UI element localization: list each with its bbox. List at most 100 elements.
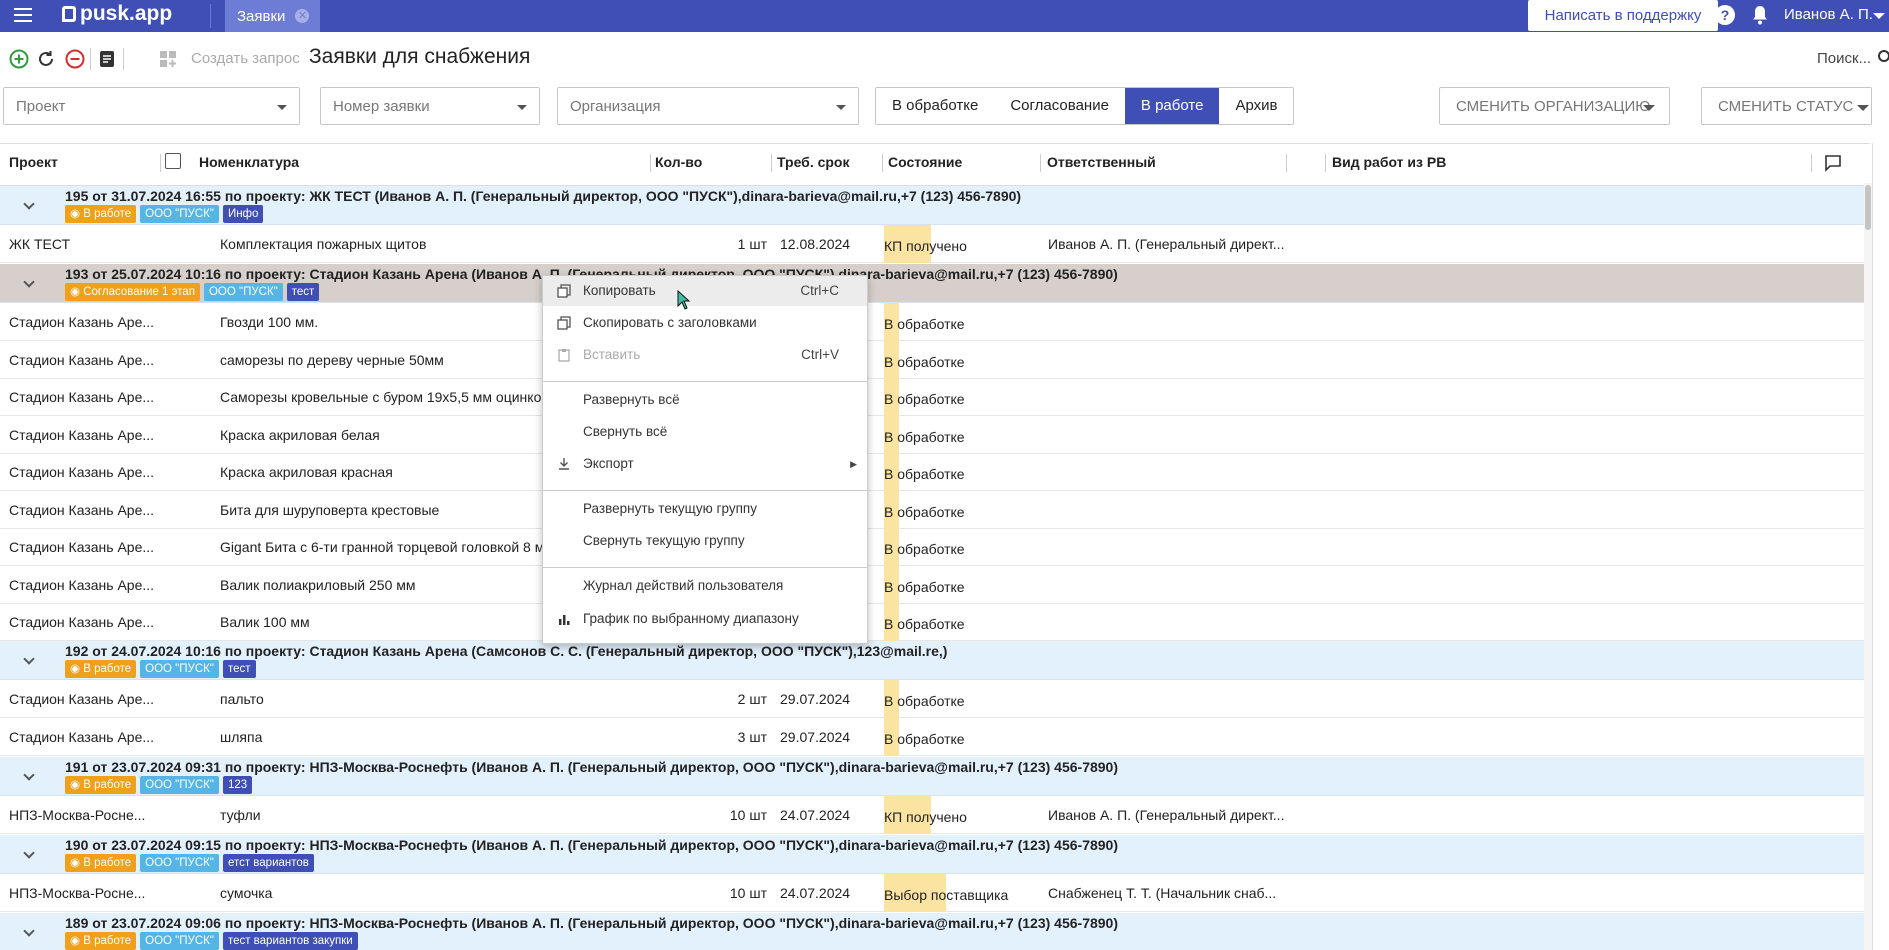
group-row[interactable]: 189 от 23.07.2024 09:06 по проекту: НПЗ-… (0, 913, 1865, 950)
cell-state: В обработке (884, 603, 965, 641)
segment-approval[interactable]: Согласование (994, 88, 1125, 124)
status-badge: ООО "ПУСК" (140, 932, 219, 950)
column-work-type[interactable]: Вид работ из РВ (1332, 154, 1446, 170)
help-icon[interactable]: ? (1715, 5, 1735, 25)
status-dot-icon: ◉ (70, 779, 84, 791)
group-row[interactable]: 190 от 23.07.2024 09:15 по проекту: НПЗ-… (0, 835, 1865, 874)
menu-item-paste[interactable]: Вставить Ctrl+V (543, 340, 867, 370)
change-organization-button[interactable]: СМЕНИТЬ ОРГАНИЗАЦИЮ (1439, 87, 1670, 125)
menu-item-range-chart[interactable]: График по выбранному диапазону (543, 604, 867, 634)
segment-in-processing[interactable]: В обработке (876, 88, 994, 124)
table-row[interactable]: НПЗ-Москва-Росне... сумочка 10 шт 24.07.202… (0, 874, 1865, 912)
tab-requests[interactable]: Заявки ✕ (225, 0, 320, 32)
table-row[interactable]: Стадион Казань Аре... шляпа 3 шт 29.07.2024… (0, 718, 1865, 756)
notification-bell-icon[interactable] (1752, 5, 1768, 25)
group-title: 190 от 23.07.2024 09:15 по проекту: НПЗ-… (65, 837, 1119, 853)
column-divider[interactable] (1040, 154, 1041, 172)
table-row[interactable]: Стадион Казань Аре... Бита для шуруповерт… (0, 491, 1865, 529)
group-row[interactable]: 192 от 24.07.2024 10:16 по проекту: Стад… (0, 641, 1865, 680)
chevron-down-icon[interactable] (23, 198, 35, 210)
search-icon[interactable] (1877, 49, 1889, 67)
column-divider[interactable] (650, 154, 651, 172)
user-menu[interactable]: Иванов А. П. (1784, 6, 1873, 23)
table-row[interactable]: Стадион Казань Аре... Gigant Бита с 6-ти … (0, 528, 1865, 566)
filter-bar: Проект Номер заявки Организация В обрабо… (0, 85, 1889, 131)
menu-icon[interactable] (14, 8, 32, 24)
create-request-button[interactable]: Создать запрос (191, 50, 300, 67)
table-row[interactable]: Стадион Казань Аре... пальто 2 шт 29.07.202… (0, 680, 1865, 718)
user-dropdown-icon[interactable] (1873, 13, 1885, 19)
column-responsible[interactable]: Ответственный (1047, 154, 1156, 170)
column-nomenclature[interactable]: Номенклатура (199, 154, 299, 170)
group-row[interactable]: 195 от 31.07.2024 16:55 по проекту: ЖК Т… (0, 186, 1865, 225)
add-icon[interactable] (8, 48, 30, 70)
chevron-down-icon[interactable] (23, 653, 35, 665)
menu-item-user-log[interactable]: Журнал действий пользователя (543, 571, 867, 601)
side-panel-tabs[interactable] (1872, 143, 1889, 950)
project-select[interactable]: Проект (3, 87, 300, 125)
cell-responsible: Иванов А. П. (Генеральный директ... (1048, 807, 1285, 823)
menu-item-copy-with-headers[interactable]: Скопировать с заголовками (543, 308, 867, 338)
scrollbar-thumb[interactable] (1865, 185, 1871, 230)
column-due-date[interactable]: Треб. срок (777, 154, 850, 170)
menu-item-expand-all[interactable]: Развернуть всё (543, 385, 867, 415)
column-quantity[interactable]: Кол-во (655, 154, 702, 170)
chevron-down-icon[interactable] (23, 276, 35, 288)
table-row[interactable]: Стадион Казань Аре... Краска акриловая кр… (0, 453, 1865, 491)
close-tab-icon[interactable]: ✕ (295, 9, 310, 23)
context-menu: Копировать Ctrl+C Скопировать с заголовкам… (542, 275, 868, 644)
document-icon[interactable] (96, 48, 118, 70)
column-divider[interactable] (1325, 154, 1326, 172)
status-badge: ООО "ПУСК" (140, 854, 219, 872)
column-divider[interactable] (771, 154, 772, 172)
table-row[interactable]: Стадион Казань Аре... Краска акриловая бе… (0, 416, 1865, 454)
select-all-checkbox[interactable] (165, 153, 181, 169)
table-row[interactable]: Стадион Казань Аре... саморезы по дереву … (0, 341, 1865, 379)
add-widget-icon[interactable] (157, 48, 179, 70)
menu-item-collapse-group[interactable]: Свернуть текущую группу (543, 526, 867, 556)
table-row[interactable]: Стадион Казань Аре... Гвозди 100 мм. В обр… (0, 303, 1865, 341)
menu-item-collapse-all[interactable]: Свернуть всё (543, 417, 867, 447)
table-row[interactable]: Стадион Казань Аре... Валик полиакриловый… (0, 566, 1865, 604)
grid-scrollbar[interactable] (1864, 183, 1872, 950)
group-row[interactable]: 193 от 25.07.2024 10:16 по проекту: Стад… (0, 264, 1865, 303)
cell-state: В обработке (884, 378, 965, 416)
group-row[interactable]: 191 от 23.07.2024 09:31 по проекту: НПЗ-… (0, 757, 1865, 796)
change-status-button[interactable]: СМЕНИТЬ СТАТУС (1701, 87, 1872, 125)
table-row[interactable]: ЖК ТЕСТ Комплектация пожарных щитов 1 шт 12… (0, 225, 1865, 263)
menu-item-expand-group[interactable]: Развернуть текущую группу (543, 494, 867, 524)
refresh-icon[interactable] (35, 48, 57, 70)
column-divider[interactable] (160, 154, 161, 172)
menu-item-shortcut: Ctrl+C (800, 283, 839, 298)
column-project[interactable]: Проект (9, 154, 58, 170)
chevron-down-icon[interactable] (23, 847, 35, 859)
column-state[interactable]: Состояние (888, 154, 962, 170)
table-row[interactable]: Стадион Казань Аре... Валик 100 мм В обраб… (0, 603, 1865, 641)
cell-project: НПЗ-Москва-Росне... (9, 807, 146, 823)
chevron-down-icon (517, 105, 527, 110)
menu-item-export[interactable]: Экспорт ▶ (543, 449, 867, 479)
comment-icon[interactable] (1824, 154, 1842, 172)
support-button[interactable]: Написать в поддержку (1528, 0, 1718, 31)
group-tags: ◉ В работе ООО "ПУСК" Инфо (65, 205, 264, 223)
search-input[interactable]: Поиск... (1817, 50, 1871, 67)
status-badge: ООО "ПУСК" (203, 283, 283, 301)
column-divider[interactable] (1286, 154, 1287, 172)
group-tags: ◉ В работе ООО "ПУСК" етст вариантов (65, 854, 314, 872)
menu-item-copy[interactable]: Копировать Ctrl+C (543, 276, 867, 306)
status-dot-icon: ◉ (70, 286, 84, 298)
chevron-down-icon[interactable] (23, 925, 35, 937)
menu-item-label: Развернуть текущую группу (583, 501, 757, 516)
chevron-down-icon[interactable] (23, 769, 35, 781)
remove-icon[interactable] (64, 48, 86, 70)
organization-select[interactable]: Организация (557, 87, 859, 125)
segment-in-work[interactable]: В работе (1124, 88, 1220, 124)
column-divider[interactable] (882, 154, 883, 172)
table-row[interactable]: Стадион Казань Аре... Саморезы кровельные… (0, 378, 1865, 416)
table-row[interactable]: НПЗ-Москва-Росне... туфли 10 шт 24.07.2024 И… (0, 796, 1865, 834)
status-badge: ◉ Согласование 1 этап (65, 283, 200, 301)
segment-archive[interactable]: Архив (1219, 88, 1293, 124)
app-logo[interactable]: pusk.app (62, 2, 172, 26)
request-number-select[interactable]: Номер заявки (320, 87, 540, 125)
column-divider[interactable] (1811, 154, 1812, 172)
